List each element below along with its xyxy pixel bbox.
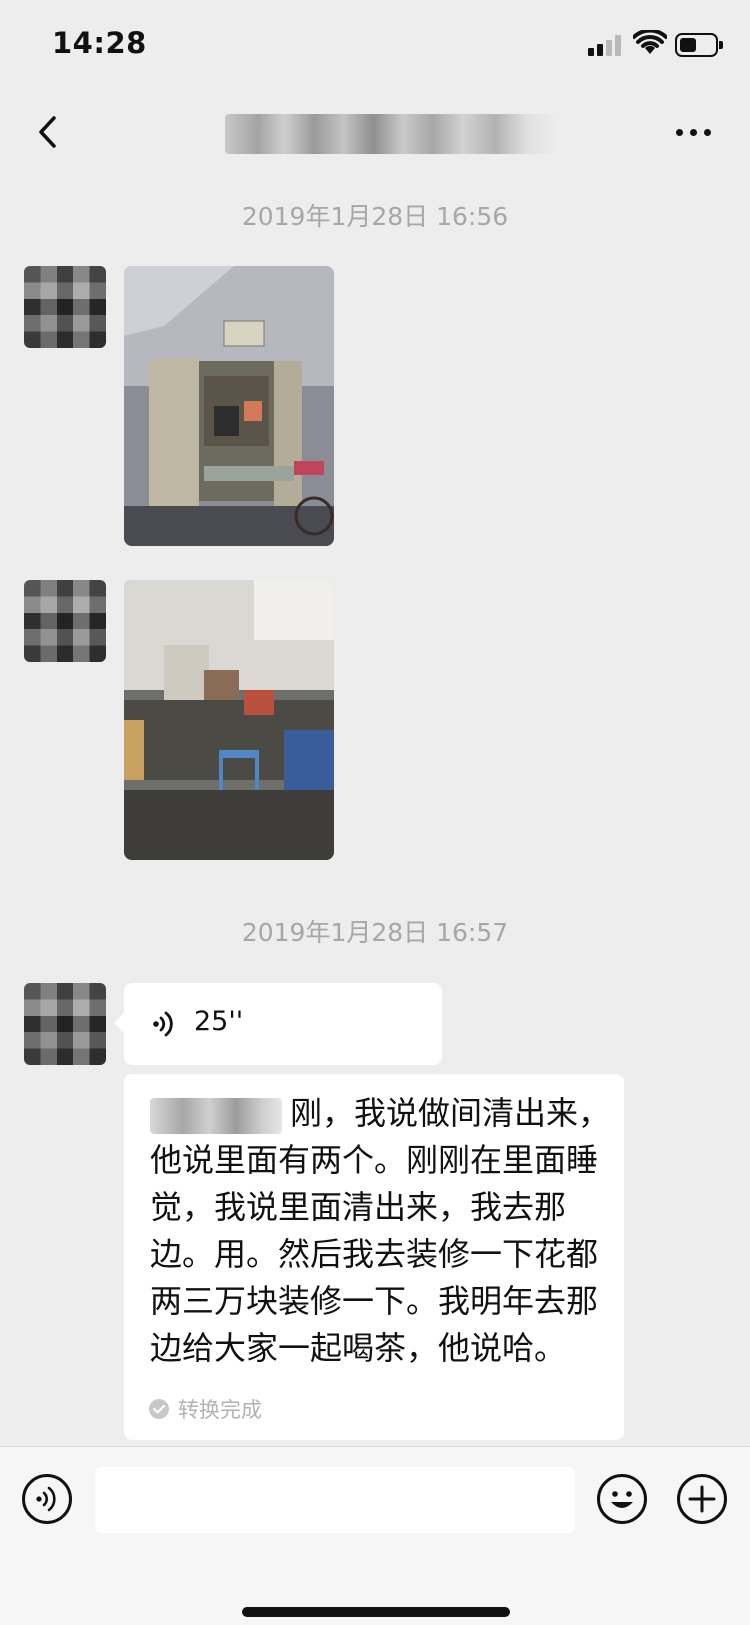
cellular-signal-icon <box>588 34 624 56</box>
photo-cluttered-room <box>124 580 334 860</box>
voice-message[interactable]: 25'' <box>114 983 442 1065</box>
status-time: 14:28 <box>52 26 147 60</box>
home-indicator <box>242 1607 510 1617</box>
plus-icon[interactable] <box>676 1473 728 1525</box>
transcript-text: 刚，我说做间清出来，他说里面有两个。刚刚在里面睡觉，我说里面清出来，我去那边。用… <box>150 1094 611 1367</box>
photo-room-doorway <box>124 266 334 546</box>
chat-title-blurred <box>225 114 555 154</box>
input-bar <box>0 1446 750 1625</box>
avatar[interactable] <box>24 983 106 1065</box>
check-circle-icon <box>149 1399 169 1419</box>
voice-duration: 25'' <box>194 1006 244 1037</box>
transcript-status-label: 转换完成 <box>178 1398 262 1422</box>
image-message[interactable] <box>124 266 334 546</box>
emoji-icon[interactable] <box>596 1473 648 1525</box>
avatar[interactable] <box>24 580 106 662</box>
battery-icon <box>675 33 723 57</box>
transcript-status: 转换完成 <box>148 1394 262 1424</box>
chevron-left-icon[interactable] <box>28 110 68 154</box>
avatar[interactable] <box>24 266 106 348</box>
nav-bar <box>0 92 750 174</box>
ellipsis-icon[interactable] <box>672 122 716 142</box>
status-bar: 14:28 <box>0 0 750 92</box>
wifi-icon <box>633 30 667 54</box>
timestamp: 2019年1月28日 16:56 <box>241 202 509 231</box>
voice-wave-icon <box>153 1011 173 1037</box>
voice-input-icon[interactable] <box>21 1473 73 1525</box>
message-input[interactable] <box>95 1467 575 1533</box>
timestamp: 2019年1月28日 16:57 <box>241 918 509 947</box>
image-message[interactable] <box>124 580 334 860</box>
voice-transcript[interactable]: 刚，我说做间清出来，他说里面有两个。刚刚在里面睡觉，我说里面清出来，我去那边。用… <box>124 1074 624 1440</box>
